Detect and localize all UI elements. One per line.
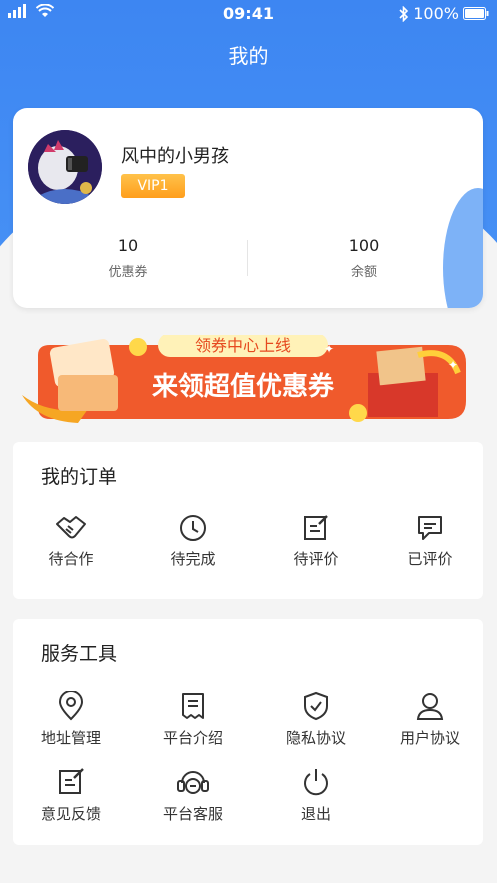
bluetooth-icon [399, 5, 409, 22]
tool-item-feedback[interactable]: 意见反馈 [16, 767, 126, 824]
status-bar: 09:41 100% [0, 0, 497, 28]
tool-item-label: 隐私协议 [285, 729, 346, 747]
tool-item-customer-service[interactable]: 平台客服 [138, 767, 248, 824]
tab-bar-edge [0, 866, 497, 883]
tools-section: 服务工具 地址管理 平台介绍 隐私协议 用户协议 意见反馈 平台客服 退出 [13, 619, 483, 845]
svg-text:✦: ✦ [448, 358, 458, 372]
location-pin-icon [58, 691, 84, 721]
vip-badge: VIP1 [121, 174, 185, 198]
stat-coupons-label: 优惠券 [108, 265, 148, 280]
stat-coupons-value: 10 [117, 236, 139, 255]
tool-item-platform-intro[interactable]: 平台介绍 [138, 691, 248, 748]
tools-title: 服务工具 [41, 643, 118, 665]
tool-item-label: 退出 [300, 805, 331, 823]
order-item-pending-cooperation[interactable]: 待合作 [16, 514, 126, 569]
coupon-banner[interactable]: 领券中心上线 来领超值优惠券 ✦ ✦ [18, 333, 480, 425]
username: 风中的小男孩 [121, 146, 229, 167]
order-item-label: 待合作 [48, 550, 94, 568]
clock-icon [180, 515, 206, 541]
tool-item-label: 意见反馈 [40, 805, 101, 823]
order-item-pending-review[interactable]: 待评价 [261, 514, 371, 569]
order-item-label: 待完成 [170, 550, 216, 568]
order-item-reviewed[interactable]: 已评价 [375, 514, 485, 569]
battery-percent: 100% [413, 4, 459, 23]
banner-headline: 来领超值优惠券 [152, 371, 335, 402]
shield-check-icon [304, 691, 328, 721]
order-item-label: 已评价 [407, 550, 453, 568]
profile-card: 风中的小男孩 VIP1 10 优惠券 100 余额 [13, 108, 483, 308]
banner-artwork: 领券中心上线 来领超值优惠券 ✦ ✦ [22, 333, 466, 423]
tool-item-label: 地址管理 [40, 729, 101, 747]
order-item-label: 待评价 [293, 550, 339, 568]
tool-item-privacy[interactable]: 隐私协议 [261, 691, 371, 748]
receipt-icon [182, 693, 204, 719]
avatar[interactable] [28, 130, 102, 204]
tool-item-label: 平台客服 [162, 805, 223, 823]
page-title: 我的 [228, 44, 269, 68]
status-right: 100% [399, 4, 489, 23]
comment-icon [418, 516, 442, 540]
stat-balance-label: 余额 [350, 265, 377, 280]
banner-tag-text: 领券中心上线 [195, 336, 291, 355]
stat-balance-value: 100 [348, 236, 380, 255]
orders-section: 我的订单 待合作 待完成 待评价 已评价 [13, 442, 483, 599]
battery-icon [463, 7, 489, 20]
tool-item-address[interactable]: 地址管理 [16, 691, 126, 748]
feedback-edit-icon [59, 768, 84, 794]
stat-balance[interactable]: 100 余额 [249, 236, 479, 280]
edit-note-icon [304, 515, 328, 540]
stat-coupons[interactable]: 10 优惠券 [13, 236, 243, 280]
tool-item-label: 平台介绍 [162, 729, 223, 747]
handshake-icon [56, 516, 86, 539]
power-icon [304, 769, 328, 796]
orders-title: 我的订单 [41, 466, 118, 488]
tool-item-logout[interactable]: 退出 [261, 767, 371, 824]
tool-item-user-agreement[interactable]: 用户协议 [375, 691, 485, 748]
headset-icon [177, 771, 209, 794]
tool-item-label: 用户协议 [399, 729, 460, 747]
svg-text:✦: ✦ [324, 342, 334, 356]
avatar-image [28, 130, 102, 204]
user-icon [416, 693, 444, 720]
order-item-pending-completion[interactable]: 待完成 [138, 514, 248, 569]
stat-divider [247, 240, 248, 276]
